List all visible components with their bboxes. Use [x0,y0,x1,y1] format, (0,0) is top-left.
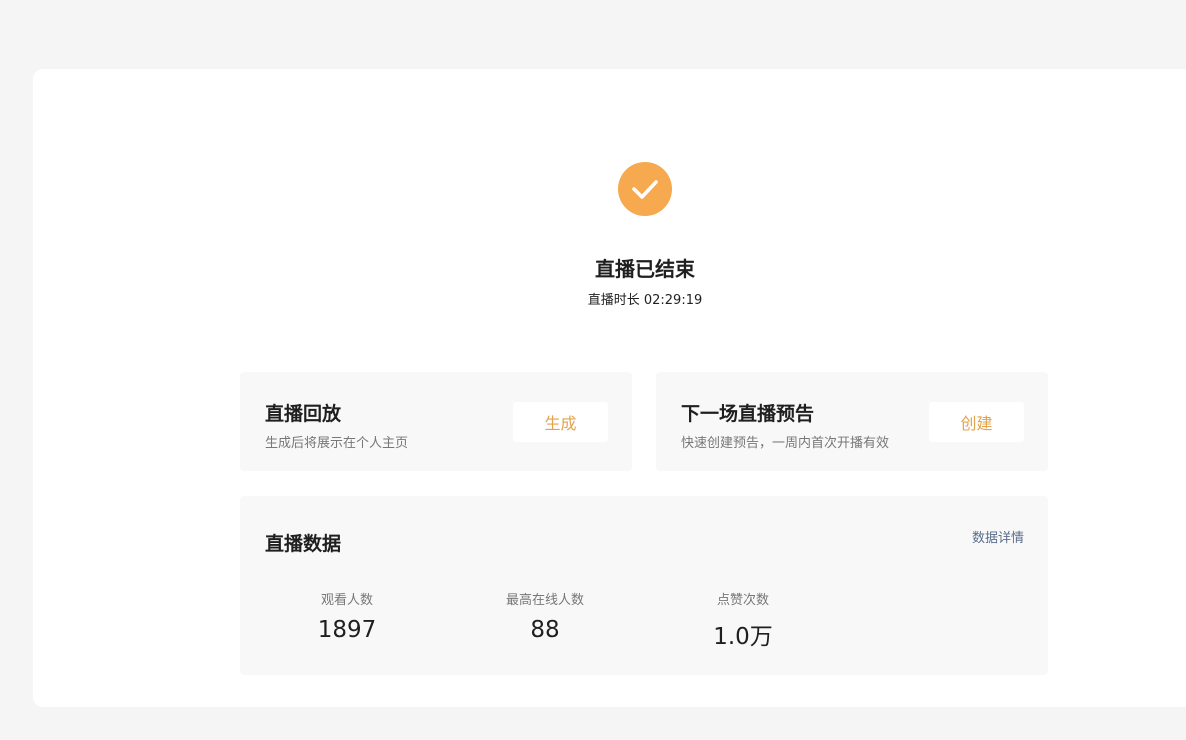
stats-title: 直播数据 [265,533,342,555]
preview-title: 下一场直播预告 [681,403,815,425]
data-details-link[interactable]: 数据详情 [972,527,1024,546]
replay-title: 直播回放 [265,403,342,425]
live-ended-card: 直播已结束 直播时长 02:29:19 直播回放 生成后将展示在个人主页 生成 … [33,69,1186,707]
create-preview-button[interactable]: 创建 [929,402,1024,442]
live-ended-title: 直播已结束 [595,257,695,281]
next-live-preview-panel: 下一场直播预告 快速创建预告，一周内首次开播有效 创建 [656,372,1048,471]
replay-panel: 直播回放 生成后将展示在个人主页 生成 [240,372,632,471]
check-circle-icon [618,162,672,216]
metric-peak-online: 最高在线人数 88 [465,589,625,643]
metric-label: 最高在线人数 [505,593,584,608]
live-duration: 直播时长 02:29:19 [587,293,703,308]
metric-likes: 点赞次数 1.0万 [663,589,823,651]
metric-value: 1.0万 [713,624,773,650]
metric-viewers: 观看人数 1897 [267,589,427,643]
checkmark-icon [632,180,658,199]
generate-replay-button[interactable]: 生成 [513,402,608,442]
replay-subtitle: 生成后将展示在个人主页 [265,436,409,451]
metric-label: 点赞次数 [716,593,769,608]
live-stats-panel: 直播数据 数据详情 观看人数 1897 最高在线人数 88 点赞次数 1.0万 [240,496,1048,675]
metric-label: 观看人数 [320,593,373,608]
preview-subtitle: 快速创建预告，一周内首次开播有效 [681,436,890,451]
metric-value: 88 [530,617,560,643]
metric-value: 1897 [317,617,377,643]
